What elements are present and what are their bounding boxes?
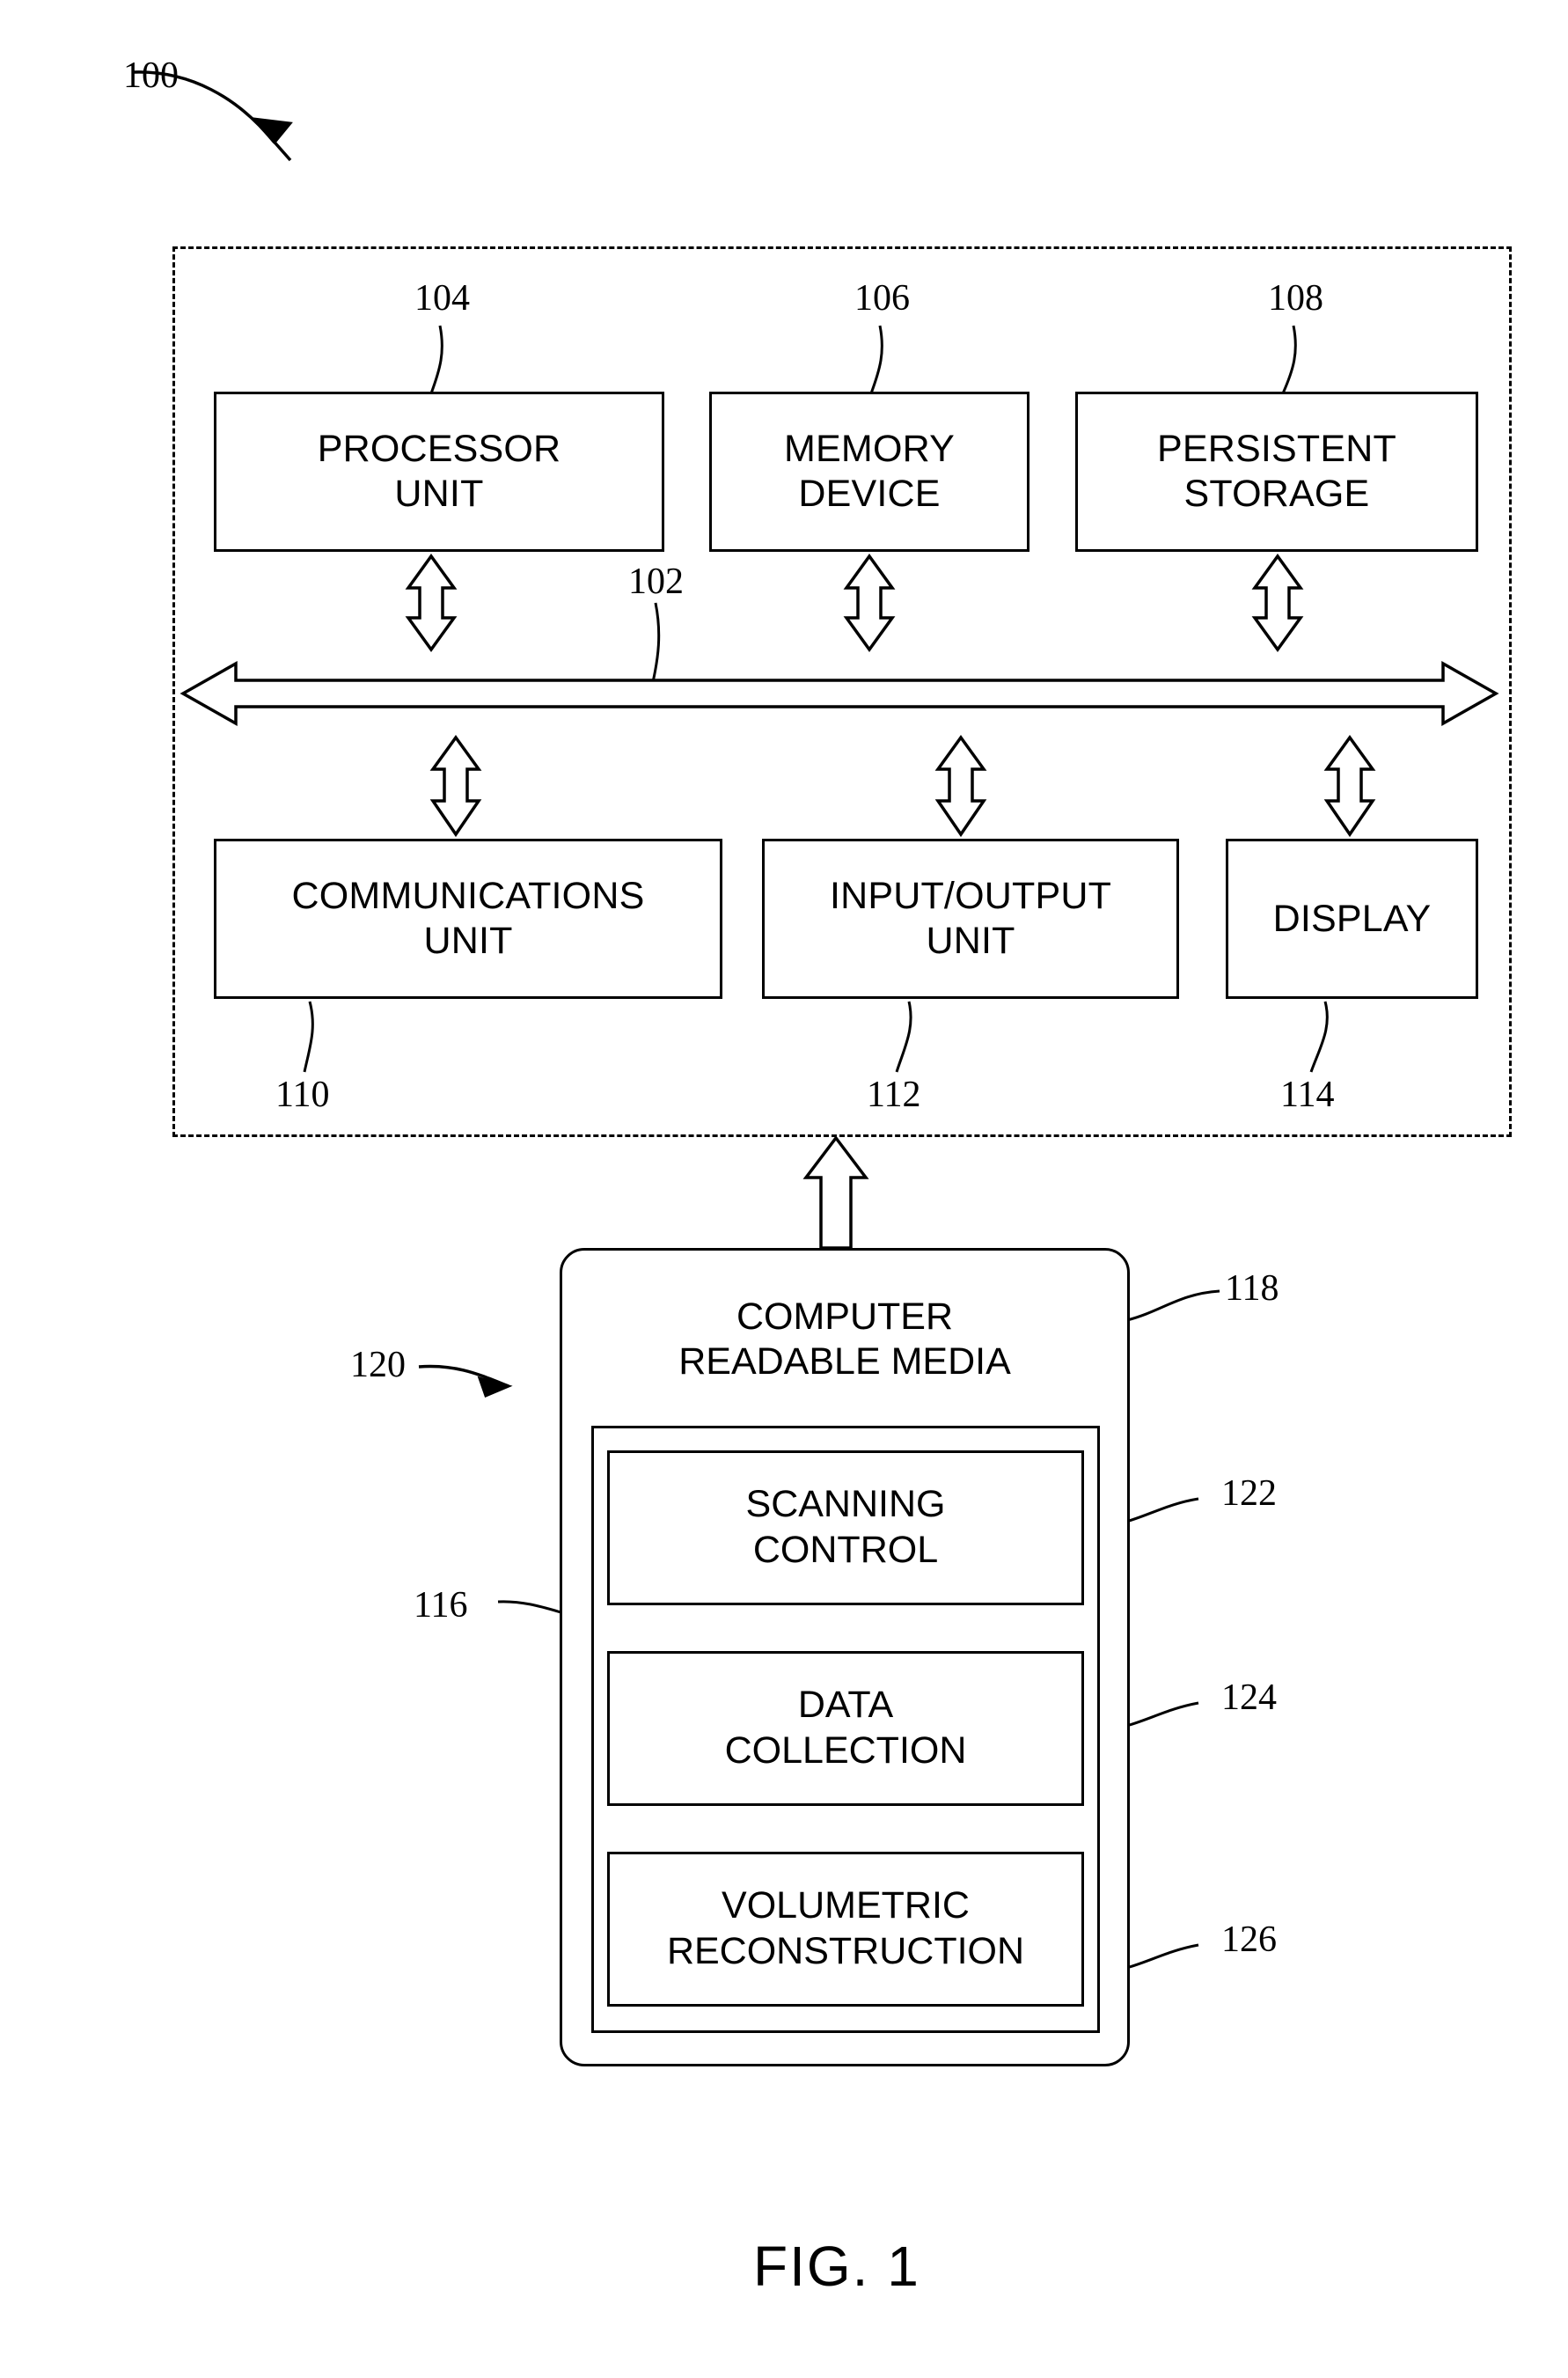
input-output-unit-box: INPUT/OUTPUT UNIT: [762, 839, 1179, 999]
ref-120: 120: [350, 1345, 406, 1385]
scanning-control-label: SCANNING CONTROL: [745, 1483, 946, 1571]
input-output-unit-label: INPUT/OUTPUT UNIT: [829, 875, 1112, 962]
figure-caption: FIG. 1: [753, 2235, 920, 2298]
ref-110: 110: [275, 1075, 330, 1115]
patent-figure-canvas: 100 PROCESSOR UNIT 104 MEMORY DEVICE 106…: [0, 0, 1568, 2378]
persistent-storage-box: PERSISTENT STORAGE: [1075, 392, 1478, 552]
ref-114: 114: [1280, 1075, 1335, 1115]
ref-124: 124: [1221, 1677, 1277, 1718]
display-label: DISPLAY: [1272, 897, 1432, 940]
ref-118: 118: [1225, 1268, 1279, 1309]
memory-device-box: MEMORY DEVICE: [709, 392, 1029, 552]
ref-126: 126: [1221, 1919, 1277, 1960]
ref-104: 104: [414, 278, 470, 319]
memory-device-label: MEMORY DEVICE: [784, 428, 955, 515]
persistent-storage-label: PERSISTENT STORAGE: [1157, 428, 1396, 515]
processor-unit-box: PROCESSOR UNIT: [214, 392, 664, 552]
ref-116: 116: [414, 1585, 468, 1626]
ref-100: 100: [123, 55, 179, 96]
data-collection-label: DATA COLLECTION: [724, 1684, 967, 1772]
processor-unit-label: PROCESSOR UNIT: [317, 428, 561, 515]
data-processing-system-boundary: [172, 246, 1512, 1137]
ref-112: 112: [867, 1075, 921, 1115]
display-box: DISPLAY: [1226, 839, 1478, 999]
leader-120: [418, 1364, 513, 1398]
ref-122: 122: [1221, 1473, 1277, 1514]
communications-unit-label: COMMUNICATIONS UNIT: [291, 875, 645, 962]
scanning-control-box: SCANNING CONTROL: [607, 1450, 1084, 1605]
leader-118: [1126, 1289, 1220, 1322]
data-collection-box: DATA COLLECTION: [607, 1651, 1084, 1806]
computer-readable-media-label: COMPUTER READABLE MEDIA: [678, 1295, 1011, 1383]
communications-unit-box: COMMUNICATIONS UNIT: [214, 839, 722, 999]
arrow-media-to-system: [802, 1135, 869, 1250]
ref-106: 106: [854, 278, 910, 319]
ref-102: 102: [628, 561, 684, 602]
volumetric-reconstruction-box: VOLUMETRIC RECONSTRUCTION: [607, 1852, 1084, 2007]
volumetric-reconstruction-label: VOLUMETRIC RECONSTRUCTION: [666, 1884, 1025, 1972]
ref-108: 108: [1268, 278, 1323, 319]
